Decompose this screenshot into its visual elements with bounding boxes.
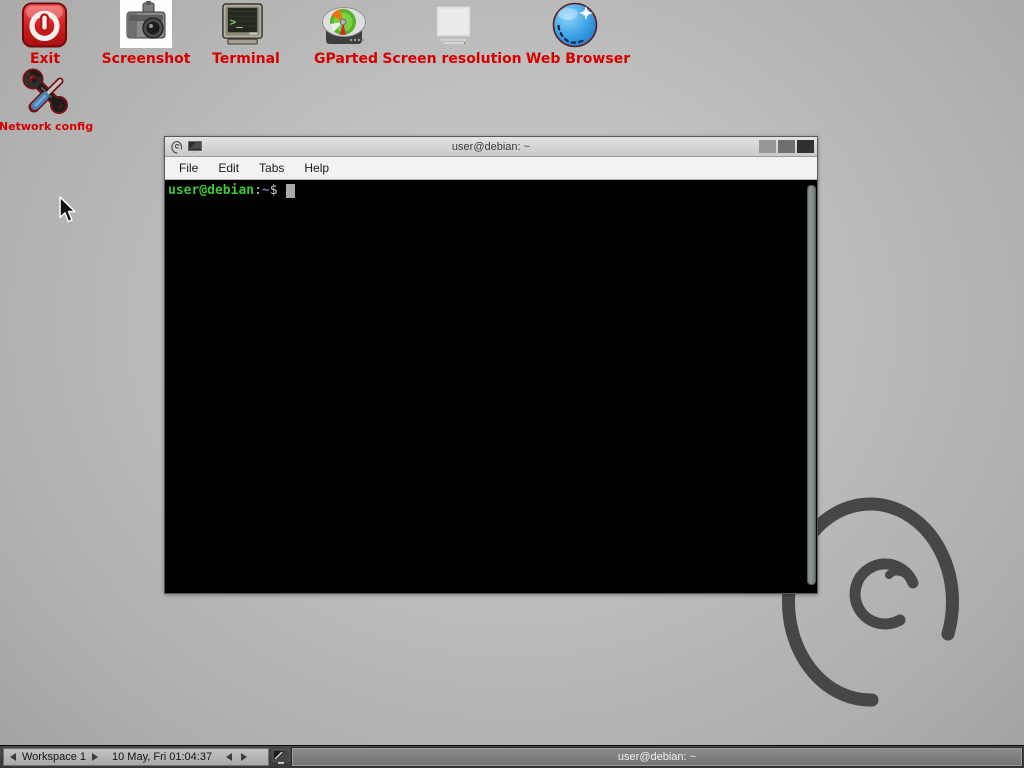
workspace-next-icon[interactable] xyxy=(92,753,98,761)
close-button[interactable] xyxy=(797,140,814,153)
taskbar-window-button[interactable]: user@debian: ~ xyxy=(292,748,1022,766)
prompt-dollar: $ xyxy=(270,183,278,198)
workspace-label: Workspace 1 xyxy=(22,751,86,763)
monitor-icon xyxy=(429,4,477,48)
desktop-icon-network-config[interactable] xyxy=(22,68,70,121)
minimize-button[interactable] xyxy=(759,140,776,153)
terminal-scrollbar[interactable] xyxy=(805,180,817,592)
terminal-cursor xyxy=(286,184,295,198)
window-menubar: File Edit Tabs Help xyxy=(165,157,817,180)
window-title: user@debian: ~ xyxy=(452,141,530,153)
desktop-icon-terminal[interactable]: >_ xyxy=(219,2,266,52)
camera-icon xyxy=(120,0,172,48)
tray-monitor-icon[interactable] xyxy=(272,749,290,765)
desktop-icon-exit[interactable] xyxy=(21,2,68,53)
prompt-colon: : xyxy=(254,183,262,198)
desktop-icon-label: Screen resolution xyxy=(382,51,521,67)
disk-partition-icon xyxy=(320,4,368,48)
maximize-button[interactable] xyxy=(778,140,795,153)
desktop-icon-label: Screenshot xyxy=(102,51,191,67)
desktop-icon-gparted[interactable] xyxy=(320,4,368,53)
menu-edit[interactable]: Edit xyxy=(208,158,249,178)
scrollbar-thumb[interactable] xyxy=(807,185,816,585)
taskbar-clock: 10 May, Fri 01:04:37 xyxy=(112,751,212,763)
globe-icon xyxy=(551,1,599,49)
desktop-icon-screen-resolution[interactable] xyxy=(429,4,477,53)
svg-text:>_: >_ xyxy=(230,15,243,28)
desktop-icon-label: Network config xyxy=(0,120,93,133)
taskbar: Workspace 1 10 May, Fri 01:04:37 user@de… xyxy=(0,745,1024,768)
crt-terminal-icon: >_ xyxy=(219,2,266,47)
menu-tabs[interactable]: Tabs xyxy=(249,158,294,178)
desktop-icon-label: GParted xyxy=(314,51,378,67)
window-titlebar[interactable]: user@debian: ~ xyxy=(165,137,817,157)
prompt-path: ~ xyxy=(262,183,270,198)
workspace-prev-icon[interactable] xyxy=(10,753,16,761)
tools-icon xyxy=(22,68,70,116)
power-icon xyxy=(21,2,68,48)
clock-prev-icon[interactable] xyxy=(226,753,232,761)
clock-next-icon[interactable] xyxy=(241,753,247,761)
menu-help[interactable]: Help xyxy=(294,158,339,178)
desktop-icon-label: Web Browser xyxy=(526,51,630,67)
desktop-icon-label: Terminal xyxy=(212,51,280,67)
desktop-icon-label: Exit xyxy=(30,51,60,67)
terminal-prompt: user@debian:~$ xyxy=(165,180,817,198)
terminal-content[interactable]: user@debian:~$ xyxy=(165,180,817,592)
terminal-window: user@debian: ~ File Edit Tabs Help user@… xyxy=(164,136,818,594)
mouse-cursor xyxy=(58,196,78,224)
window-menu-debian-icon[interactable] xyxy=(171,140,183,154)
prompt-user-host: user@debian xyxy=(168,183,254,198)
workspace-clock-panel: Workspace 1 10 May, Fri 01:04:37 xyxy=(3,748,269,766)
window-terminal-icon xyxy=(188,141,202,153)
menu-file[interactable]: File xyxy=(169,158,208,178)
desktop-icon-web-browser[interactable] xyxy=(551,1,599,54)
desktop-icon-screenshot[interactable] xyxy=(120,0,172,53)
